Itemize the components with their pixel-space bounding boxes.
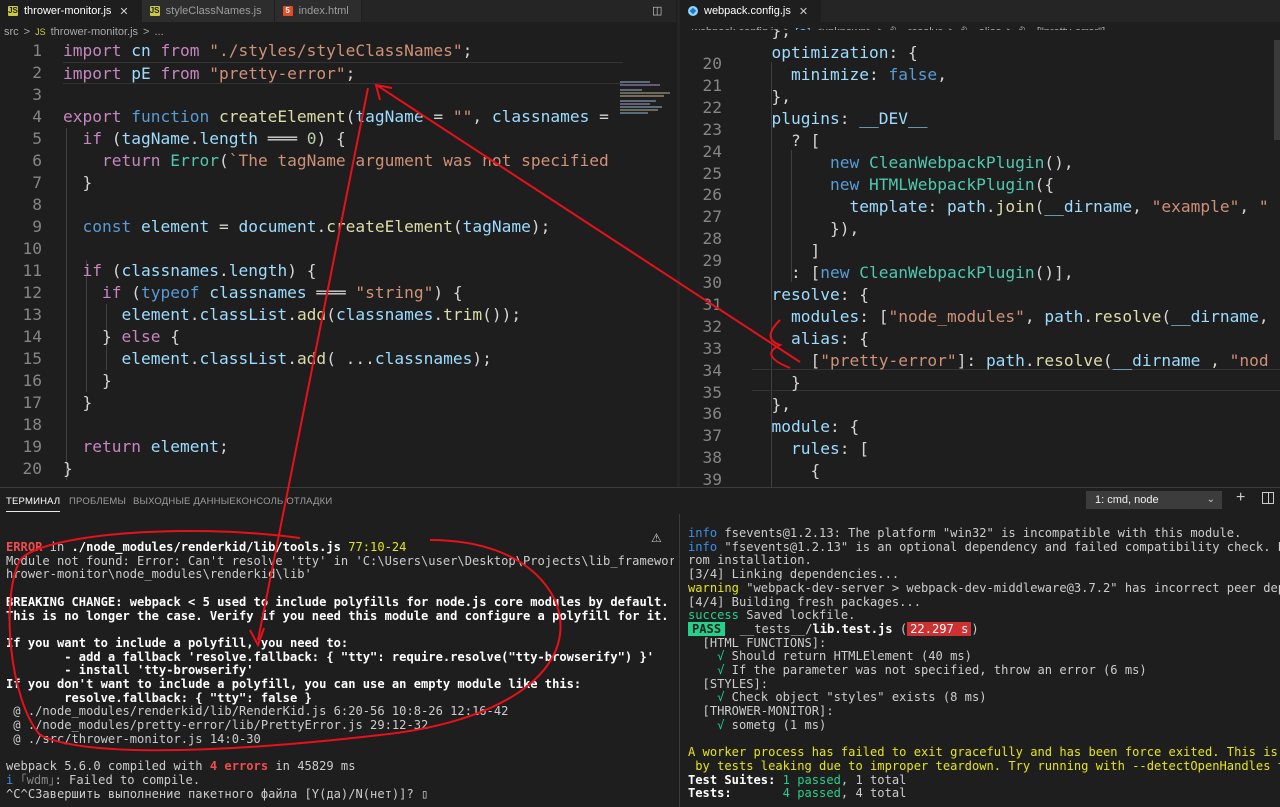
annotation-arrow [377, 85, 801, 363]
annotation-arrow [257, 87, 369, 641]
annotation-overlay [8, 83, 801, 752]
vscode-window: { "left_tabs": [ {"label": "thrower-moni… [0, 0, 1280, 807]
annotation-arrowhead [249, 627, 265, 648]
annotation-circle [8, 530, 562, 752]
